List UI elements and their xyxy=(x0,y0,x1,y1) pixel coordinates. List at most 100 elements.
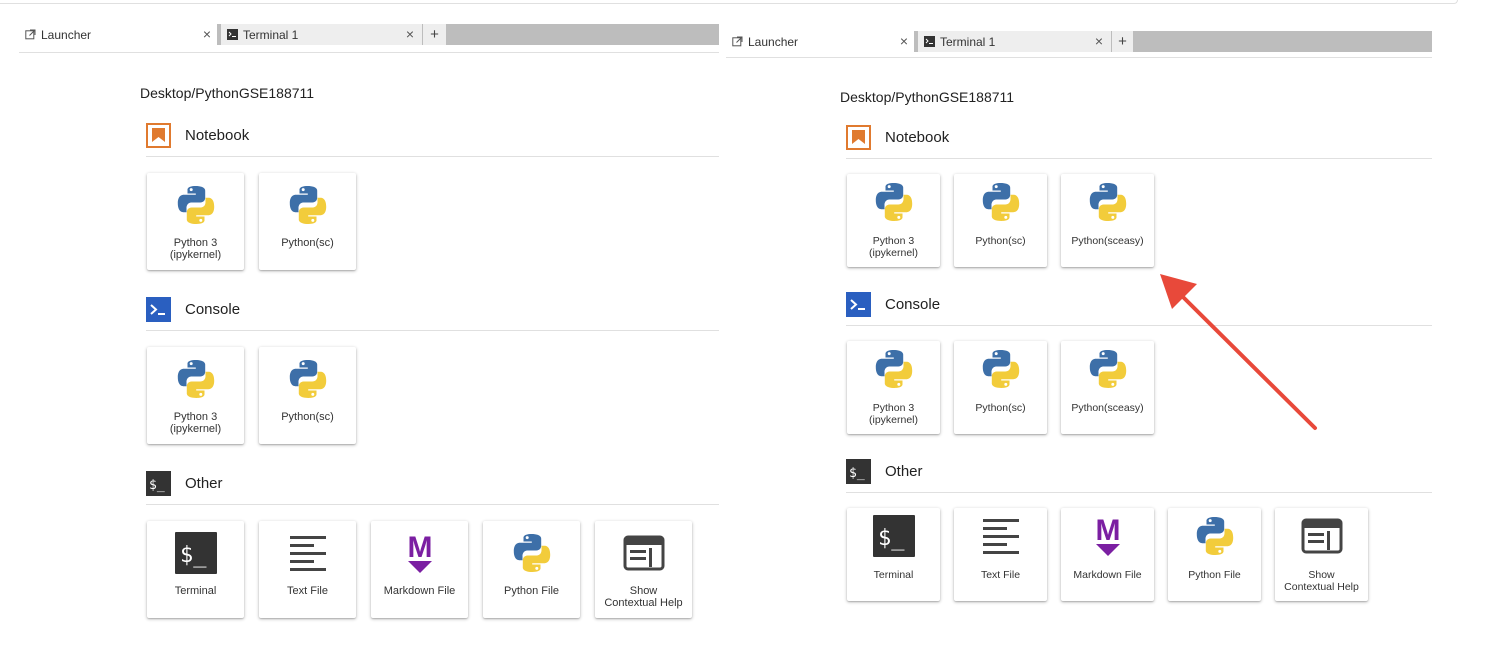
close-tab-icon[interactable]: × xyxy=(1095,33,1103,49)
kernel-card[interactable]: Python(sceasy) xyxy=(1061,174,1154,267)
python-logo-icon xyxy=(847,346,940,392)
terminal-icon: $_ xyxy=(147,529,244,577)
python-logo-icon xyxy=(147,181,244,229)
section-notebook: Notebook xyxy=(146,123,249,148)
close-tab-icon[interactable]: × xyxy=(900,33,908,49)
section-divider xyxy=(146,330,719,331)
svg-text:$_: $_ xyxy=(849,466,865,481)
section-title: Other xyxy=(885,463,923,480)
markdown-file-card[interactable]: M Markdown File xyxy=(371,521,468,618)
terminal-launcher-card[interactable]: $_ Terminal xyxy=(147,521,244,618)
section-other: $_ Other xyxy=(146,471,223,496)
bookmark-icon xyxy=(146,123,171,148)
tab-label: Terminal 1 xyxy=(940,34,996,49)
terminal-icon xyxy=(227,29,238,40)
section-notebook: Notebook xyxy=(846,125,949,150)
svg-text:M: M xyxy=(1095,514,1120,547)
add-tab-button[interactable]: + xyxy=(1112,31,1134,52)
terminal-launcher-card[interactable]: $_ Terminal xyxy=(847,508,940,601)
section-title: Console xyxy=(885,296,941,313)
section-console: Console xyxy=(146,297,240,322)
terminal-icon xyxy=(924,36,935,47)
kernel-card[interactable]: Python(sc) xyxy=(259,347,356,444)
python-file-card[interactable]: Python File xyxy=(483,521,580,618)
section-divider xyxy=(846,325,1432,326)
kernel-card[interactable]: Python(sc) xyxy=(259,173,356,270)
tab-label: Launcher xyxy=(748,34,799,49)
contextual-help-card[interactable]: Show Contextual Help xyxy=(595,521,692,618)
contextual-help-card[interactable]: Show Contextual Help xyxy=(1275,508,1368,601)
add-tab-button[interactable]: + xyxy=(423,24,447,45)
card-label: Markdown File xyxy=(383,585,456,597)
section-title: Other xyxy=(185,475,223,492)
tab-divider xyxy=(726,57,1432,58)
text-file-icon xyxy=(954,513,1047,559)
card-label: Markdown File xyxy=(1073,569,1142,581)
tab-launcher[interactable]: Launcher × xyxy=(726,31,914,53)
section-title: Notebook xyxy=(185,127,250,144)
annotation-arrow xyxy=(1160,274,1317,430)
svg-text:$_: $_ xyxy=(878,526,905,551)
kernel-card[interactable]: Python(sc) xyxy=(954,341,1047,434)
tab-terminal[interactable]: Terminal 1 × xyxy=(221,24,423,45)
card-label: Show Contextual Help xyxy=(1284,569,1359,593)
kernel-card[interactable]: Python 3 (ipykernel) xyxy=(147,173,244,270)
close-tab-icon[interactable]: × xyxy=(203,26,211,42)
section-title: Notebook xyxy=(885,129,950,146)
python-logo-icon xyxy=(259,181,356,229)
python-logo-icon xyxy=(1168,513,1261,559)
text-file-card[interactable]: Text File xyxy=(954,508,1047,601)
tab-terminal[interactable]: Terminal 1 × xyxy=(918,31,1112,52)
card-label: Python File xyxy=(503,585,560,597)
section-title: Console xyxy=(185,301,241,318)
card-label: Text File xyxy=(287,585,328,597)
text-file-icon xyxy=(259,529,356,577)
launcher-panel-after: Launcher × Terminal 1 × + Desktop/Python… xyxy=(726,31,1432,641)
svg-text:$_: $_ xyxy=(180,543,207,568)
python-logo-icon xyxy=(147,355,244,403)
card-label: Python(sc) xyxy=(975,235,1026,247)
terminal-icon: $_ xyxy=(847,513,940,559)
card-label: Text File xyxy=(980,569,1021,581)
tab-divider xyxy=(19,52,719,53)
svg-text:$_: $_ xyxy=(149,478,165,493)
kernel-card[interactable]: Python(sceasy) xyxy=(1061,341,1154,434)
card-label: Python(sceasy) xyxy=(1071,235,1144,247)
text-file-card[interactable]: Text File xyxy=(259,521,356,618)
markdown-file-card[interactable]: M Markdown File xyxy=(1061,508,1154,601)
kernel-card[interactable]: Python 3 (ipykernel) xyxy=(847,341,940,434)
tab-label: Terminal 1 xyxy=(243,27,299,42)
section-console: Console xyxy=(846,292,940,317)
card-label: Python 3 (ipykernel) xyxy=(868,235,918,259)
kernel-card[interactable]: Python(sc) xyxy=(954,174,1047,267)
section-divider xyxy=(146,504,719,505)
card-label: Python 3 (ipykernel) xyxy=(169,237,222,261)
markdown-icon: M xyxy=(371,529,468,577)
python-logo-icon xyxy=(483,529,580,577)
python-logo-icon xyxy=(1061,179,1154,225)
console-prompt-icon xyxy=(846,292,871,317)
card-label: Python 3 (ipykernel) xyxy=(169,411,222,435)
section-other: $_ Other xyxy=(846,459,923,484)
contextual-help-icon xyxy=(595,529,692,577)
kernel-card[interactable]: Python 3 (ipykernel) xyxy=(147,347,244,444)
console-prompt-icon xyxy=(146,297,171,322)
python-file-card[interactable]: Python File xyxy=(1168,508,1261,601)
section-divider xyxy=(146,156,719,157)
tab-launcher[interactable]: Launcher × xyxy=(19,24,217,46)
python-logo-icon xyxy=(954,346,1047,392)
card-label: Show Contextual Help xyxy=(604,585,683,609)
current-directory: Desktop/PythonGSE188711 xyxy=(840,89,1015,105)
kernel-card[interactable]: Python 3 (ipykernel) xyxy=(847,174,940,267)
external-launch-icon xyxy=(732,36,743,47)
section-divider xyxy=(846,158,1432,159)
terminal-prompt-icon: $_ xyxy=(846,459,871,484)
card-label: Python(sceasy) xyxy=(1071,402,1144,414)
card-label: Python(sc) xyxy=(281,411,334,423)
card-label: Python 3 (ipykernel) xyxy=(868,402,918,426)
section-divider xyxy=(846,492,1432,493)
window-top-edge xyxy=(0,0,1458,4)
close-tab-icon[interactable]: × xyxy=(406,26,414,42)
contextual-help-icon xyxy=(1275,513,1368,559)
tab-bar: Launcher × Terminal 1 × + xyxy=(726,31,1432,53)
